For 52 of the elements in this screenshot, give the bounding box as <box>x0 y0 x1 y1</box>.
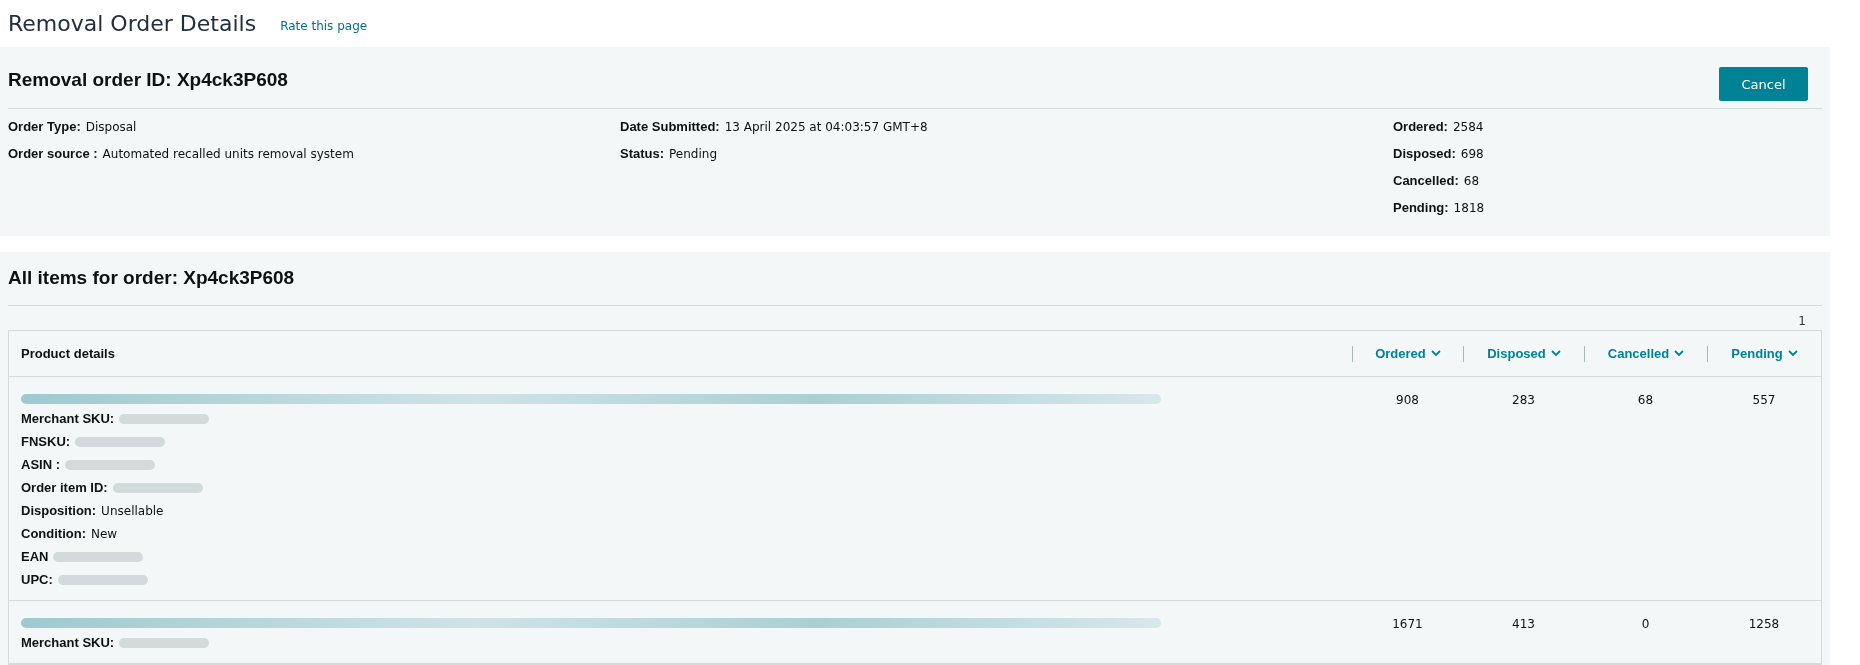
detail-label: Disposition: <box>21 503 97 519</box>
detail-label: EAN <box>21 549 49 565</box>
field-label: Pending: <box>1393 200 1449 216</box>
detail-label: Merchant SKU: <box>21 635 115 651</box>
field-label: Order source : <box>8 146 98 162</box>
field-label: Disposed: <box>1393 146 1456 162</box>
field-label: Ordered: <box>1393 119 1448 135</box>
detail-label: Merchant SKU: <box>21 411 115 427</box>
blurred-product-title-link[interactable] <box>21 394 1161 404</box>
field-value: Automated recalled units removal system <box>102 146 354 162</box>
table-cell-text: 557 <box>1751 392 1777 407</box>
field-label: Date Submitted: <box>620 119 720 135</box>
chevron-down-icon <box>1430 350 1441 357</box>
chevron-down-icon <box>1550 350 1561 357</box>
order-id-heading: Removal order ID: Xp4ck3P608 <box>8 67 288 91</box>
field-value: 1818 <box>1453 200 1485 216</box>
chevron-down-icon <box>1674 350 1685 357</box>
cancel-button[interactable]: Cancel <box>1719 67 1808 101</box>
table-cell-text: 413 <box>1511 616 1536 631</box>
column-sort-header[interactable]: Pending <box>1707 345 1821 362</box>
column-header: Product details <box>20 346 116 361</box>
table-cell-text: 1671 <box>1391 616 1424 631</box>
field-value: 13 April 2025 at 04:03:57 GMT+8 <box>724 119 928 135</box>
items-heading: All items for order: Xp4ck3P608 <box>8 253 1822 306</box>
table-cell-text: 1258 <box>1747 616 1781 631</box>
page-number[interactable]: 1 <box>1798 314 1806 328</box>
table-cell-text: 283 <box>1511 392 1536 407</box>
field-value: Disposal <box>85 119 137 135</box>
table-cell-text: 68 <box>1636 392 1655 407</box>
field-value: 2584 <box>1452 119 1484 135</box>
field-label: Order Type: <box>8 119 81 135</box>
detail-label: Condition: <box>21 526 86 542</box>
column-sort-header[interactable]: Ordered <box>1352 345 1463 362</box>
page-title: Removal Order Details <box>8 11 257 36</box>
rate-this-page-link[interactable]: Rate this page <box>280 18 368 33</box>
field-value: Pending <box>669 146 718 162</box>
column-sort-header[interactable]: Disposed <box>1463 345 1584 362</box>
blurred-product-title-link[interactable] <box>21 618 1161 628</box>
detail-label: UPC: <box>21 572 53 588</box>
detail-label: ASIN : <box>21 457 60 473</box>
chevron-down-icon <box>1787 350 1798 357</box>
detail-value: Unsellable <box>101 503 164 519</box>
table-cell-text: 0 <box>1640 616 1651 631</box>
table-cell-text: 908 <box>1395 392 1420 407</box>
field-value: 68 <box>1463 173 1480 189</box>
detail-label: FNSKU: <box>21 434 71 450</box>
detail-value: New <box>91 526 118 542</box>
detail-label: Order item ID: <box>21 480 108 496</box>
field-value: 698 <box>1460 146 1484 162</box>
field-label: Status: <box>620 146 665 162</box>
column-sort-header[interactable]: Cancelled <box>1584 345 1707 362</box>
field-label: Cancelled: <box>1393 173 1459 189</box>
